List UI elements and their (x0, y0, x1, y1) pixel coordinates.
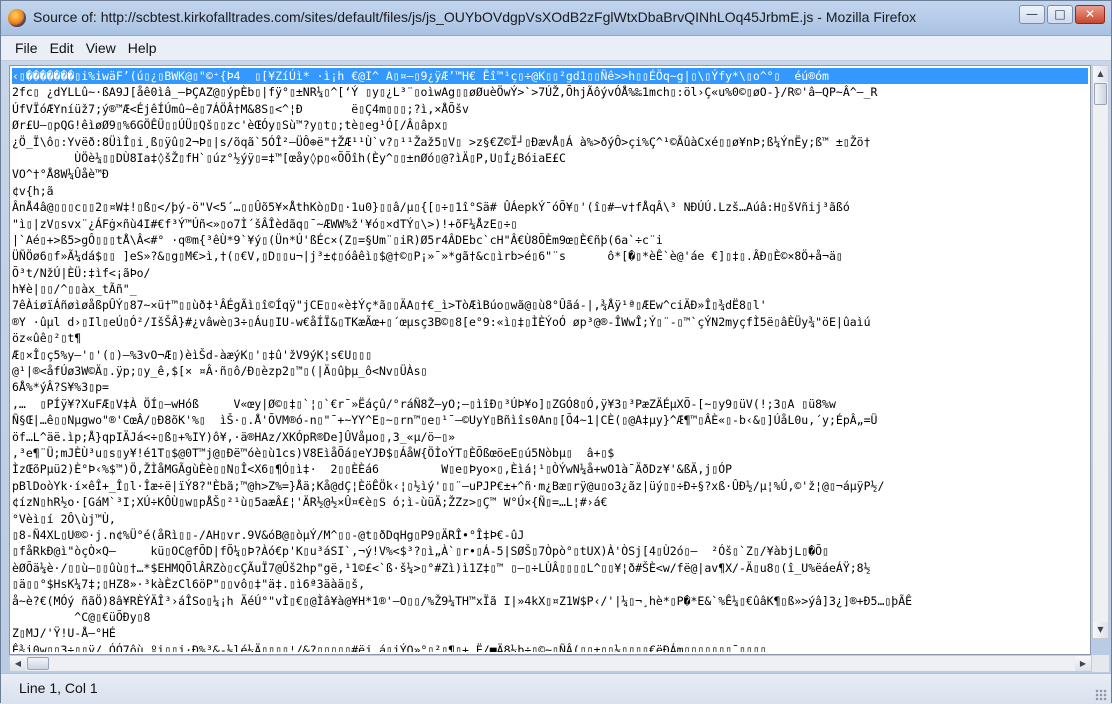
resize-grip-icon[interactable] (1095, 689, 1107, 701)
menu-view[interactable]: View (80, 36, 122, 60)
menu-bar: File Edit View Help (1, 36, 1111, 61)
source-line: öz«ûê▯²▯t¶ (12, 331, 82, 346)
source-line: h¥è|▯▯/^▯▯àx_tÃñ"_ (12, 282, 137, 297)
source-line: Õ³t/NžÚ|ÈÜ:‡ìf<¡ãÞo/ (12, 265, 151, 280)
source-line: öf…L^äë.ìp;Å}qpIÄJá<÷▯ß▯+%IY)ô¥,·ä®HAz/X… (12, 429, 456, 444)
source-line: VO^†°Å8W¼Ûåè™Ð (12, 167, 109, 182)
source-text[interactable]: ‹▯�������▯i%iwäF’(ú▯¿▯BWK@▯"©⁺{Þ4 ▯[¥ZíÚ… (12, 68, 1088, 652)
source-line: ▯fåRkÐ@ì"òçÒ×Q— kü▯OC@fÕD|fÕ¼▯Þ?Àó€p'K▯u… (12, 544, 829, 559)
source-line: ÂnÅ4â@▯▯▯c▯▯2▯¤W‡!▯ß▯</þý-ö"V<5´…▯▯Ûõ5¥×… (12, 200, 850, 215)
horizontal-scroll-thumb[interactable] (27, 657, 49, 670)
source-line: ‚³e¶¨Ü;mJÈÙ³u▯s▯y¥!é1T▯$@0T™j@▯Ðë™óè▯ù1c… (12, 445, 615, 460)
scroll-down-icon[interactable]: ▼ (1093, 622, 1108, 638)
source-line: ®Y ·ûµl d›▯Il▯eÚ▯Ó²/IšŠÂ}#¿vâwè▯3÷▯Áu▯IU… (12, 314, 871, 329)
title-bar[interactable]: Source of: http://scbtest.kirkofalltrade… (1, 1, 1111, 36)
menu-file[interactable]: File (9, 36, 44, 60)
source-line: ‹▯�������▯i%iwäF’(ú▯¿▯BWK@▯"©⁺{Þ4 ▯[¥ZíÚ… (12, 68, 1088, 85)
browser-window: Source of: http://scbtest.kirkofalltrade… (0, 0, 1112, 704)
window-title: Source of: http://scbtest.kirkofalltrade… (33, 9, 917, 25)
firefox-icon (8, 9, 26, 27)
source-line: ▯8-Ñ4XL▯U®©·j.n¢%Ü°é(åRì▯▯-/AH▯vr.9V&óB@… (12, 527, 525, 542)
source-line: Ør£U—▯pQG!êìøØ9▯%6GÖÊÜ▯▯ÚÜ▯Qš▯▯zc'èŒÓy▯S… (12, 118, 449, 133)
source-line: Z▯MJ/'Ÿ!U-Å—°HÉ (12, 626, 116, 641)
source-line: èØÕä¼è·/▯▯ù—▯▯ûù▯†…*$EHMQÕlÂRZò▯cÇÃuÏ7@Û… (12, 560, 871, 575)
vertical-scrollbar[interactable]: ▲ ▼ (1092, 65, 1109, 639)
status-bar: Line 1, Col 1 (1, 673, 1111, 704)
source-line: °Vèì▯í 2Ô\ùj™Ù, (12, 511, 116, 526)
source-line: å~è?€(MÓý ñãÖ)8â¥RÈÝÄÎ³›áÎSo▯¼¡h ÄéÚ°"vÌ… (12, 593, 913, 608)
source-line: ÚfVÏóÆYníüž7;ý®™Æ<ÉjêÍÚmû~ê▯7ÁÖÂ†M&8S▯<^… (12, 101, 469, 116)
source-line: Ê¾i0w▯▯3÷▯▯ÿ/ ÓÓ7ôù ºi▯▯j·Ð%³&-½lé¼Ä▯▯▯▯… (12, 642, 767, 652)
source-line: ^C@▯€üÕÐy▯8 (12, 609, 151, 624)
source-line: 7êÀiøïÁñøìøåßpÛÝ▯87~×ü†™▯▯ùð‡¹ÂÉgÃì▯î©Íq… (12, 298, 767, 313)
scroll-left-icon[interactable]: ◀ (10, 656, 26, 671)
close-button[interactable]: ✕ (1075, 5, 1105, 24)
source-line: ¢ízN▯hR½o·[GáM`³I;XÚ÷KÔÙ▯w▯pÅŠ▯²¹ù▯5aæÂ£… (12, 495, 608, 510)
source-line: ¢v{h;ã (12, 183, 54, 198)
source-line: ÌzŒõPµü2)È°Þ‹%$™)Ö,ŽÌåMGÃgùÈè▯▯N▯Î<X6▯¶Ó… (12, 462, 733, 477)
menu-edit[interactable]: Edit (44, 36, 80, 60)
horizontal-scrollbar[interactable]: ◀ ▶ (9, 655, 1092, 672)
scroll-corner (1092, 655, 1109, 672)
maximize-button[interactable]: □ (1047, 5, 1073, 24)
source-line: 6Å%*ýÂ?S¥%3▯p= (12, 380, 109, 395)
scroll-up-icon[interactable]: ▲ (1093, 66, 1108, 82)
source-line: "ì▯|zV▯svx¨¿ÁFġ×ñù4I#€f³Ý™Úñ<»▯o7Ì´šÂÎèd… (12, 216, 518, 231)
source-line: Æ▯×Î▯ç5%y—'▯'(▯)—%3vO¬Æ▯)èìŠd-àæýK▯'▯‡û'… (12, 347, 373, 362)
source-line: ¿Ö_Ï\ô▯:Yvëð:8ÜìÎ▯i¸ß▯ÿû▯2¬Þ▯|s/õqã`5ÓÎ²… (12, 134, 871, 149)
cursor-position: Line 1, Col 1 (19, 680, 98, 696)
minimize-button[interactable]: — (1019, 5, 1045, 24)
source-line: ‚… ▯PÍÿ¥?XuFÆ▯V‡À ÖÍ▯—wHóß V«œy|Ø©▯‡▯`¦▯… (12, 396, 836, 411)
source-line: ÜÑÖø6▯f»Ã¼dá$▯▯ ]eS»?&▯g▯M€>ì,†(▯€V,▯D▯▯… (12, 249, 843, 264)
source-line: pBlDoòYk·í×êÎ+_Î▯l·Îæ÷ë|ïÝ8?"Èbã;™@h>Z%=… (12, 478, 885, 493)
vertical-scroll-thumb[interactable] (1094, 83, 1107, 105)
source-line: @¹|®<åfÚø3W©Ä▯.ÿp;▯y_ê,$[× ¤Â·ñ▯ô/Ð▯èzp2… (12, 364, 428, 379)
menu-help[interactable]: Help (122, 36, 163, 60)
scroll-right-icon[interactable]: ▶ (1075, 656, 1091, 671)
source-line: ÙÖè¼▯▯DÙ8Ia‡◊šŽ▯fH`▯úz°½ýÿ▯=‡™[œåy◊p▯«ÕÕ… (12, 150, 566, 165)
source-line: 2fc▯ ¿dYLLû~·ßA9J[åê0ìâ_—ÞÇAZ@▯ýpÈb▯|fÿ°… (12, 85, 878, 100)
source-line: |`Aé▯+>ß5>gÔ▯▯▯tÅ\Â<#° ·q®m{³êÙ*9`¥ý▯(Ün… (12, 232, 663, 247)
source-line: Ñ§Œ|…ê▯▯Nµgwo"®'CœÂ/▯Ð8õK'%▯ ìŠ·▯.Å'ÕVM®… (12, 413, 878, 428)
source-line: ▯ä▯▯°$HsK¼7‡;▯HZ8»·³kàÈzCl6öP"▯▯vô▯‡"ä‡.… (12, 577, 366, 592)
source-view[interactable]: ‹▯�������▯i%iwäF’(ú▯¿▯BWK@▯"©⁺{Þ4 ▯[¥ZíÚ… (9, 65, 1091, 655)
